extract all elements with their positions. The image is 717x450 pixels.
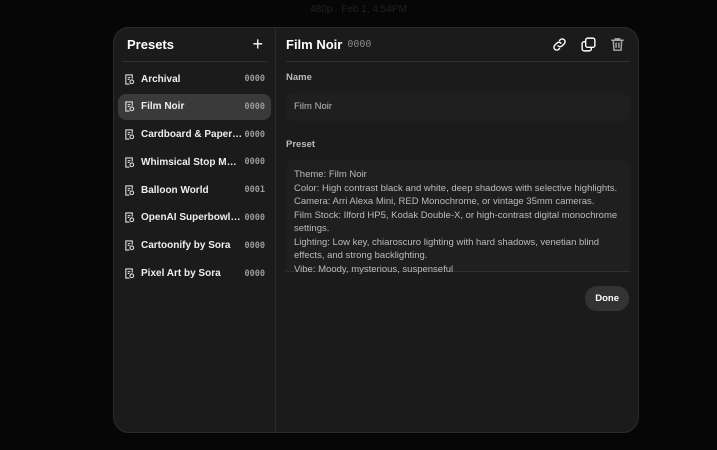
preset-icon [125,212,135,224]
preset-label: Preset [286,139,316,150]
preset-item-label: Whimsical Stop Motion [141,156,243,168]
preset-item-count: 0000 [244,101,265,112]
preset-icon [125,73,135,85]
preset-item-count: 0000 [244,268,265,279]
preset-item-count: 0000 [244,129,265,140]
preset-item-count: 0000 [244,240,265,251]
preset-icon [125,240,135,251]
presets-dialog: Presets + Archival 0000 Film Noir 0000 Cardb… [113,27,639,433]
duplicate-icon[interactable] [580,36,597,53]
preset-item[interactable]: Whimsical Stop Motion 0000 [118,149,271,175]
preset-item-label: Cartoonify by Sora [141,240,231,252]
preset-item-count: 0000 [244,74,265,84]
preset-icon [125,268,135,279]
preset-item-label: Archival [141,73,181,85]
add-preset-button[interactable]: + [252,34,263,55]
preset-editor: Film Noir 0000 Name Film Noir Preset The… [276,28,638,432]
preset-item[interactable]: Film Noir 0000 [118,93,271,120]
presets-sidebar: Presets + Archival 0000 Film Noir 0000 Cardb… [114,28,276,432]
preset-item-count: 0001 [244,185,265,196]
preset-icon [125,101,135,112]
done-button[interactable]: Done [585,286,629,311]
preset-item[interactable]: Archival 0000 [118,66,271,92]
trash-icon[interactable] [609,36,626,53]
preset-item-count: 0000 [244,157,265,168]
preset-item-label: Balloon World [141,184,209,196]
name-label: Name [286,72,312,83]
preset-item[interactable]: Pixel Art by Sora 0000 [118,261,271,287]
preset-count: 0000 [347,39,372,50]
preset-item[interactable]: Cartoonify by Sora 0000 [118,233,271,259]
preset-item[interactable]: Cardboard & Papercraft0000 [118,122,271,148]
preset-item-count: 0000 [244,212,265,223]
preset-icon [125,129,135,140]
preset-item-label: Cardboard & Papercraft [141,129,243,141]
preset-item-label: OpenAI Superbowl C... [141,212,243,224]
preset-title: Film Noir [286,37,343,52]
background-status-text: 480p · Feb 1, 4:54PM [310,4,407,15]
preset-icon [125,185,135,196]
preset-textarea[interactable]: Theme: Film Noir Color: High contrast bl… [286,160,630,275]
preset-item-label: Pixel Art by Sora [141,268,221,280]
preset-icon [125,157,135,168]
preset-item[interactable]: OpenAI Superbowl C... 0000 [118,205,271,231]
sidebar-title: Presets [127,37,174,52]
link-icon[interactable] [551,36,568,53]
preset-item[interactable]: Balloon World 0001 [118,177,271,203]
name-input[interactable]: Film Noir [286,93,630,121]
preset-item-label: Film Noir [141,101,185,113]
